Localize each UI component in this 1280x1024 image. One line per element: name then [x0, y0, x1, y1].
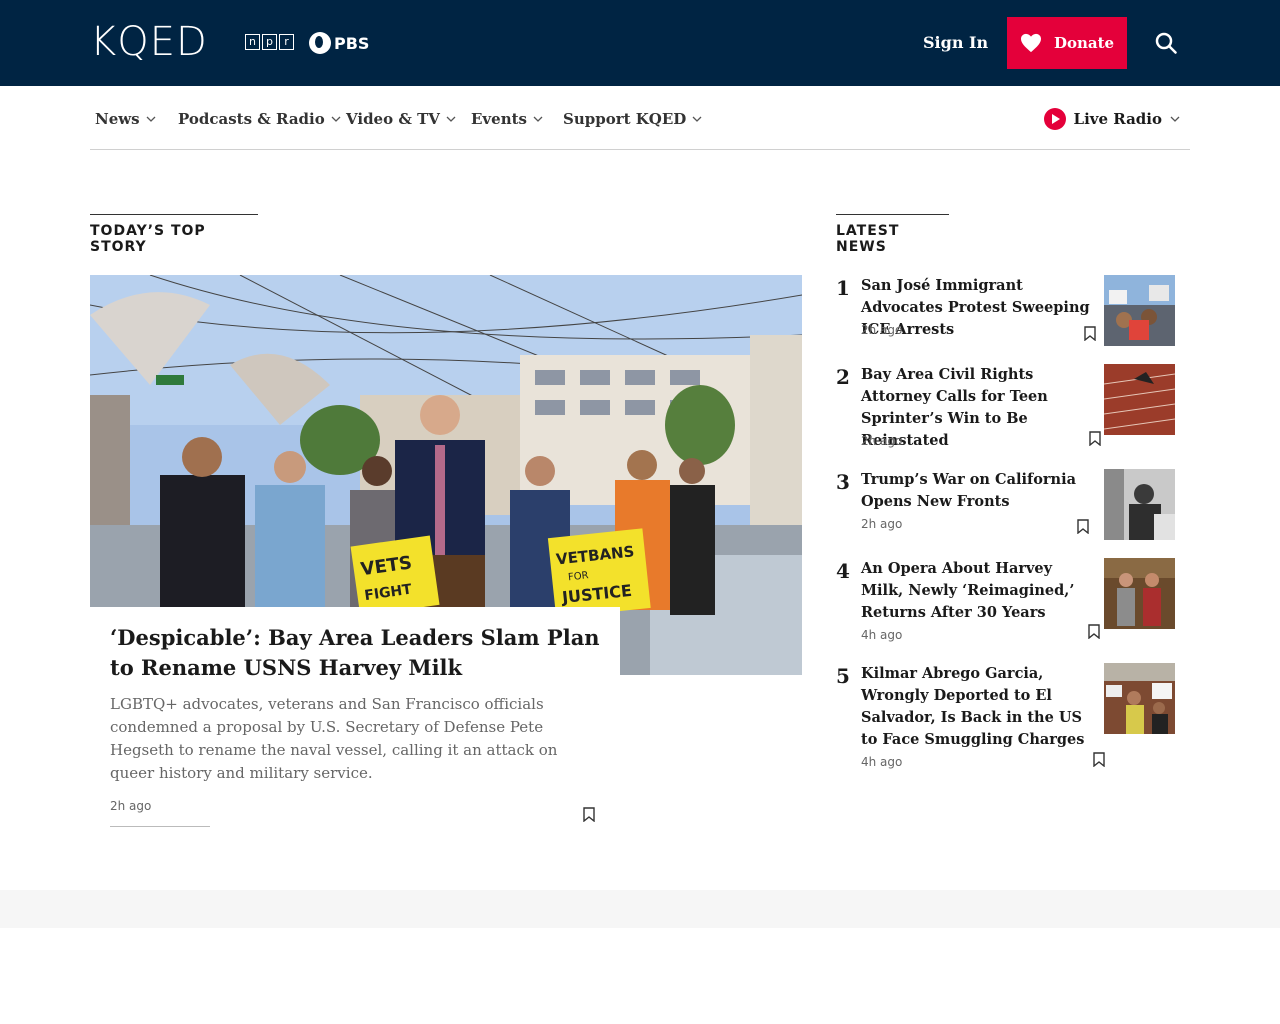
news-title[interactable]: An Opera About Harvey Milk, Newly ‘Reima… [861, 558, 1099, 624]
chevron-down-icon [692, 116, 702, 122]
latest-news-item[interactable]: 2 Bay Area Civil Rights Attorney Calls f… [836, 364, 1176, 454]
bookmark-icon[interactable] [583, 807, 595, 822]
nav-events[interactable]: Events [471, 110, 543, 128]
top-story-title[interactable]: ‘Despicable’: Bay Area Leaders Slam Plan… [110, 623, 600, 683]
top-story-card: ‘Despicable’: Bay Area Leaders Slam Plan… [90, 607, 620, 847]
news-thumbnail[interactable] [1104, 558, 1175, 629]
npr-letter: p [262, 34, 277, 50]
nav-label: Podcasts & Radio [178, 110, 325, 128]
chevron-down-icon [331, 116, 341, 122]
chevron-down-icon [533, 116, 543, 122]
chevron-down-icon [146, 116, 156, 122]
live-radio-button[interactable]: Live Radio [1043, 108, 1180, 130]
site-header: KQED n p r PBS Sign In Donate [0, 0, 1280, 86]
news-title[interactable]: Kilmar Abrego Garcia, Wrongly Deported t… [861, 663, 1099, 751]
npr-letter: r [279, 34, 294, 50]
opera-stage-photo [1104, 558, 1175, 629]
latest-news-item[interactable]: 4 An Opera About Harvey Milk, Newly ‘Rei… [836, 558, 1176, 648]
news-thumbnail[interactable] [1104, 469, 1175, 540]
news-thumbnail[interactable] [1104, 663, 1175, 734]
npr-logo[interactable]: n p r [245, 34, 294, 50]
play-icon [1043, 108, 1066, 130]
kqed-logo[interactable]: KQED [90, 22, 208, 62]
news-time: 2h ago [861, 323, 903, 337]
latest-news-item[interactable]: 3 Trump’s War on California Opens New Fr… [836, 469, 1176, 541]
chevron-down-icon [446, 116, 456, 122]
nav-label: News [95, 110, 140, 128]
search-icon[interactable] [1155, 32, 1177, 54]
donate-button[interactable]: Donate [1007, 17, 1127, 69]
bookmark-icon[interactable] [1088, 624, 1100, 639]
item-number: 4 [836, 559, 850, 583]
news-thumbnail[interactable] [1104, 275, 1175, 346]
rally-photo [1104, 663, 1175, 734]
news-thumbnail[interactable] [1104, 364, 1175, 435]
nav-label: Events [471, 110, 527, 128]
running-track-photo [1104, 364, 1175, 435]
latest-news-item[interactable]: 5 Kilmar Abrego Garcia, Wrongly Deported… [836, 663, 1176, 775]
item-number: 5 [836, 664, 850, 688]
nav-support-kqed[interactable]: Support KQED [563, 110, 702, 128]
bookmark-icon[interactable] [1084, 326, 1096, 341]
live-radio-label: Live Radio [1073, 110, 1162, 128]
main-nav: News Podcasts & Radio Video & TV Events … [90, 86, 1190, 150]
news-time: 2h ago [861, 434, 903, 448]
black-and-white-portrait [1104, 469, 1175, 540]
news-title[interactable]: Trump’s War on California Opens New Fron… [861, 469, 1099, 513]
top-story-heading: TODAY’S TOP STORY [90, 214, 258, 255]
news-time: 4h ago [861, 755, 903, 769]
item-number: 2 [836, 365, 850, 389]
nav-podcasts-radio[interactable]: Podcasts & Radio [178, 110, 341, 128]
nav-label: Support KQED [563, 110, 687, 128]
news-time: 4h ago [861, 628, 903, 642]
bookmark-icon[interactable] [1089, 431, 1101, 446]
sign-in-link[interactable]: Sign In [923, 33, 988, 52]
latest-news-item[interactable]: 1 San José Immigrant Advocates Protest S… [836, 275, 1176, 347]
svg-text:FOR: FOR [568, 570, 590, 583]
divider [110, 826, 210, 827]
nav-news[interactable]: News [95, 110, 156, 128]
pbs-label: PBS [334, 33, 370, 53]
item-number: 3 [836, 470, 850, 494]
npr-letter: n [245, 34, 260, 50]
chevron-down-icon [1170, 116, 1180, 122]
pbs-logo[interactable]: PBS [309, 32, 369, 54]
latest-news-heading: LATEST NEWS [836, 214, 949, 255]
bookmark-icon[interactable] [1077, 519, 1089, 534]
top-story-description: LGBTQ+ advocates, veterans and San Franc… [110, 695, 558, 782]
news-time: 2h ago [861, 517, 903, 531]
pbs-head-icon [309, 32, 331, 54]
footer-band [0, 890, 1280, 928]
top-story-time: 2h ago [110, 799, 152, 813]
bookmark-icon[interactable] [1093, 752, 1105, 767]
nav-video-tv[interactable]: Video & TV [346, 110, 456, 128]
nav-label: Video & TV [346, 110, 440, 128]
protest-photo [1104, 275, 1175, 346]
donate-label: Donate [1053, 34, 1115, 52]
item-number: 1 [836, 276, 850, 300]
heart-icon [1020, 33, 1041, 53]
